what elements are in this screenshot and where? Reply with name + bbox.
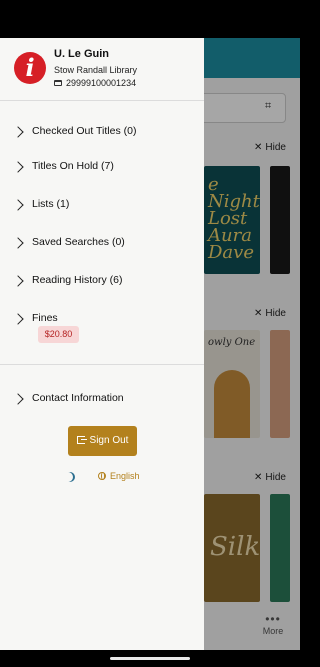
chevron-right-icon <box>12 313 24 325</box>
chevron-right-icon <box>12 199 24 211</box>
chevron-right-icon <box>12 237 24 249</box>
card-number: 29999100001234 <box>66 78 137 88</box>
dark-mode-moon-icon[interactable] <box>65 472 75 482</box>
divider <box>0 364 204 365</box>
sign-out-icon <box>76 436 87 444</box>
navigation-drawer: i U. Le Guin Stow Randall Library 299991… <box>0 38 204 650</box>
menu-item-lists[interactable]: Lists (1) <box>0 195 204 223</box>
avatar-logo-icon: i <box>14 52 46 84</box>
library-name: Stow Randall Library <box>54 65 138 75</box>
chevron-right-icon <box>12 161 24 173</box>
fines-amount-badge: $20.80 <box>38 326 79 343</box>
chevron-right-icon <box>12 126 24 138</box>
menu-item-holds[interactable]: Titles On Hold (7) <box>0 157 204 185</box>
sign-out-button[interactable]: Sign Out <box>68 426 137 456</box>
menu-item-reading-history[interactable]: Reading History (6) <box>0 271 204 299</box>
library-card: 29999100001234 <box>54 78 136 88</box>
card-icon <box>54 80 62 86</box>
user-name: U. Le Guin <box>54 48 109 60</box>
menu-item-checked-out[interactable]: Checked Out Titles (0) <box>0 122 204 150</box>
menu-item-contact-info[interactable]: Contact Information <box>0 389 204 417</box>
status-bar <box>0 0 300 38</box>
chevron-right-icon <box>12 393 24 405</box>
home-indicator[interactable] <box>110 657 190 660</box>
menu-item-saved-searches[interactable]: Saved Searches (0) <box>0 233 204 261</box>
menu-item-fines[interactable]: Fines <box>0 309 204 337</box>
globe-icon <box>98 472 106 480</box>
user-profile: i U. Le Guin Stow Randall Library 299991… <box>0 38 204 100</box>
language-selector[interactable]: English <box>98 471 140 481</box>
divider <box>0 100 204 101</box>
chevron-right-icon <box>12 275 24 287</box>
system-nav-bar <box>0 650 300 667</box>
